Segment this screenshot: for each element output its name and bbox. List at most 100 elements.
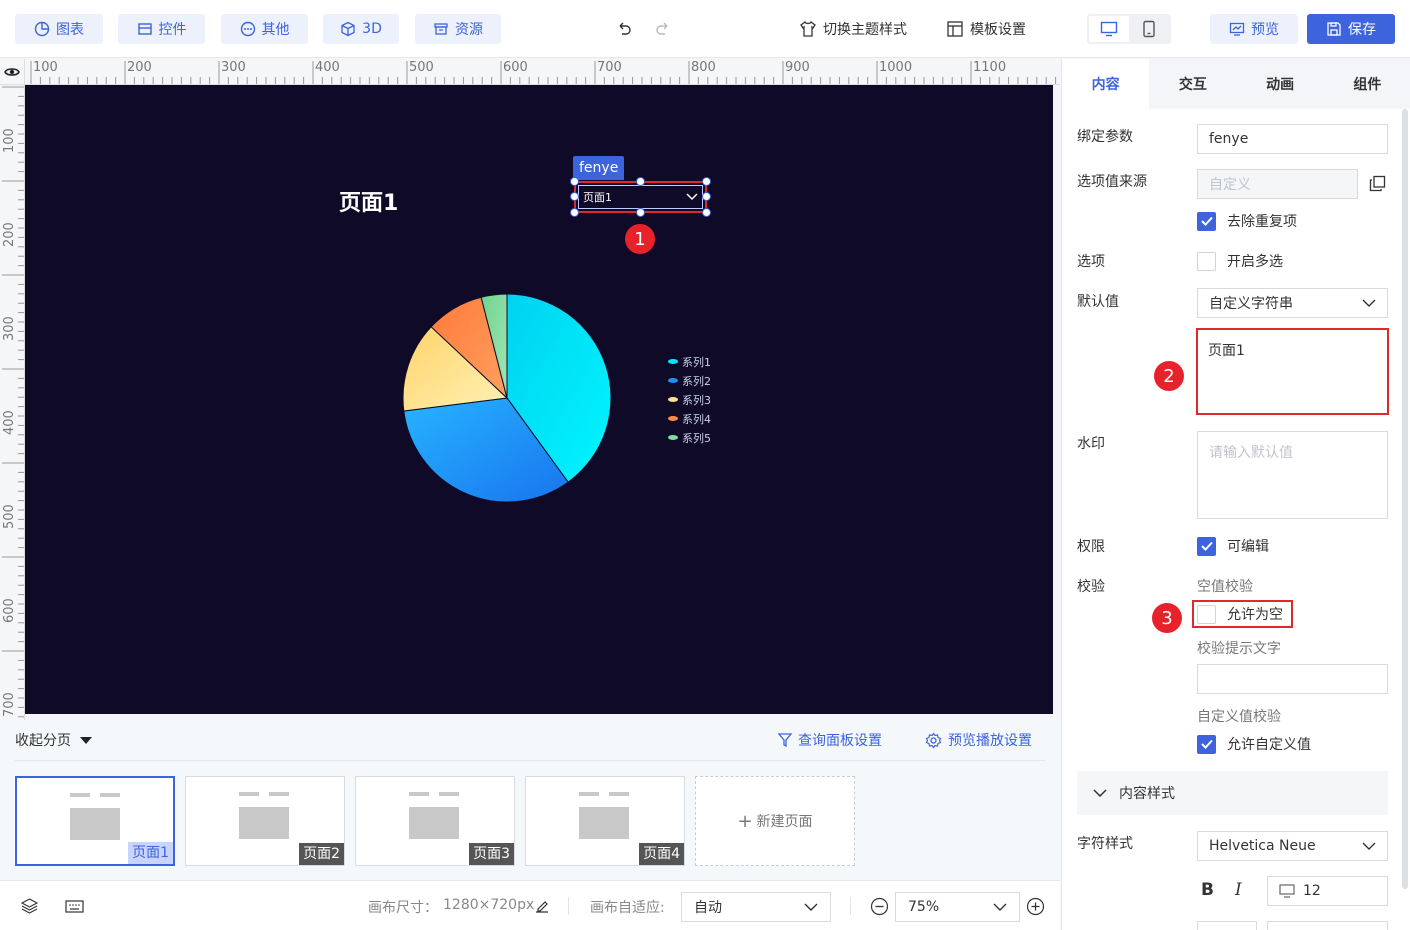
control-button[interactable]: 控件: [118, 14, 205, 44]
allow-empty-checkbox[interactable]: 允许为空: [1197, 604, 1283, 624]
keyboard-icon[interactable]: [65, 900, 84, 913]
ruler-top-label: 100: [33, 60, 58, 75]
undo-button[interactable]: [615, 14, 633, 44]
thumb-placeholder: [100, 793, 120, 797]
chart-button[interactable]: 图表: [15, 14, 103, 44]
page-thumbnail[interactable]: 页面3: [355, 776, 515, 866]
legend-item[interactable]: 系列3: [668, 390, 711, 409]
ruler-top[interactable]: 100 200 300 400 500 600 700 800 900 1000…: [25, 59, 1060, 85]
canvas-adapt-select[interactable]: 自动: [681, 892, 831, 922]
tab-interaction[interactable]: 交互: [1149, 59, 1236, 109]
other-button[interactable]: 其他: [221, 14, 308, 44]
default-value-text: 页面1: [1208, 343, 1245, 359]
tab-content[interactable]: 内容: [1062, 59, 1150, 109]
resource-button-label: 资源: [455, 22, 483, 38]
switch-theme-button[interactable]: 切换主题样式: [799, 14, 907, 44]
pages-panel: 收起分页 查询面板设置 预览播放设置 页面1 页面2 页面3 页面4 + 新建页…: [0, 720, 1060, 880]
watermark-textarea[interactable]: 请输入默认值: [1197, 431, 1388, 519]
mobile-view-button[interactable]: [1129, 16, 1169, 42]
dedupe-checkbox[interactable]: 去除重复项: [1197, 211, 1297, 231]
panel-scrollbar[interactable]: [1402, 109, 1408, 889]
default-value-textarea[interactable]: 页面1: [1196, 328, 1389, 415]
canvas-size-value: 1280×720px: [443, 897, 535, 913]
italic-button[interactable]: I: [1235, 880, 1242, 900]
ruler-left-ticks: [2, 86, 24, 718]
ruler-left[interactable]: 100 200 300 400 500 600 700: [0, 85, 25, 720]
preview-button[interactable]: 预览: [1210, 14, 1298, 44]
monitor-icon: [1100, 21, 1118, 37]
ruler-left-label: 600: [2, 598, 17, 623]
desktop-view-button[interactable]: [1089, 16, 1129, 42]
checkbox-checked[interactable]: [1197, 536, 1216, 556]
zoom-out-icon[interactable]: [870, 897, 889, 916]
visibility-toggle[interactable]: [0, 59, 25, 85]
chart-button-label: 图表: [56, 22, 84, 38]
ruler-top-label: 1100: [973, 60, 1007, 75]
legend-item[interactable]: 系列2: [668, 371, 711, 390]
page-thumbnail[interactable]: 页面4: [525, 776, 685, 866]
layers-icon[interactable]: [21, 898, 38, 914]
page-thumbnail[interactable]: 页面1: [15, 776, 175, 866]
tab-component[interactable]: 组件: [1324, 59, 1410, 109]
page-thumbnail-label: 页面2: [299, 843, 344, 865]
monitor-icon: [1279, 884, 1295, 898]
legend-item[interactable]: 系列1: [668, 352, 711, 371]
switch-theme-label: 切换主题样式: [823, 22, 907, 38]
checkbox-checked[interactable]: [1197, 211, 1216, 231]
font-size-input[interactable]: 12: [1267, 876, 1388, 906]
bold-button[interactable]: B: [1201, 880, 1214, 900]
multi-select-checkbox[interactable]: 开启多选: [1197, 251, 1283, 271]
edit-icon[interactable]: [534, 898, 550, 914]
font-size-value: 12: [1303, 883, 1321, 899]
ruler-left-label: 300: [2, 316, 17, 341]
page-thumbnail[interactable]: 页面2: [185, 776, 345, 866]
default-value-label: 默认值: [1077, 294, 1119, 310]
ruler-left-label: 500: [2, 504, 17, 529]
legend-item[interactable]: 系列5: [668, 428, 711, 447]
ruler-top-label: 900: [785, 60, 810, 75]
copy-icon[interactable]: [1369, 175, 1386, 192]
checkbox-unchecked[interactable]: [1197, 251, 1216, 271]
default-type-select[interactable]: 自定义字符串: [1197, 288, 1388, 318]
footer-bar: 画布尺寸： 1280×720px 画布自适应: 自动 75%: [0, 880, 1060, 930]
3d-button[interactable]: 3D: [323, 14, 399, 44]
legend-item[interactable]: 系列4: [668, 409, 711, 428]
collapse-pages-label: 收起分页: [15, 733, 71, 749]
option-source-input[interactable]: 自定义: [1197, 169, 1358, 199]
chart-legend: 系列1 系列2 系列3 系列4 系列5: [668, 352, 711, 447]
content-style-section[interactable]: 内容样式: [1077, 771, 1388, 815]
template-settings-button[interactable]: 模板设置: [946, 14, 1026, 44]
chevron-down-icon: [993, 903, 1007, 911]
partial-input[interactable]: [1197, 921, 1257, 930]
top-toolbar: 图表 控件 其他 3D 资源 切换主题样式 模板设置 预览 保存: [0, 0, 1410, 58]
save-button-label: 保存: [1348, 22, 1376, 38]
preview-play-settings-link[interactable]: 预览播放设置: [925, 730, 1032, 750]
legend-swatch: [668, 397, 678, 402]
font-family-select[interactable]: Helvetica Neue: [1197, 831, 1388, 861]
zoom-select[interactable]: 75%: [895, 892, 1020, 922]
new-page-button[interactable]: + 新建页面: [695, 776, 855, 866]
properties-tabs: 内容 交互 动画 组件: [1062, 59, 1410, 109]
control-button-label: 控件: [158, 22, 187, 38]
checkbox-checked[interactable]: [1197, 734, 1216, 754]
query-panel-settings-link[interactable]: 查询面板设置: [778, 730, 882, 750]
checkbox-unchecked[interactable]: [1197, 604, 1216, 624]
thumb-placeholder: [70, 808, 120, 840]
partial-input[interactable]: [1267, 921, 1388, 930]
zoom-in-icon[interactable]: [1026, 897, 1045, 916]
tab-animation[interactable]: 动画: [1237, 59, 1324, 109]
save-button[interactable]: 保存: [1307, 14, 1395, 44]
ruler-top-label: 300: [221, 60, 246, 75]
design-canvas[interactable]: 页面1 fenye 页面1 1 系列1 系列2 系列3 系列4 系列5: [25, 85, 1053, 714]
redo-button[interactable]: [654, 14, 672, 44]
other-button-label: 其他: [261, 22, 290, 38]
allow-custom-checkbox[interactable]: 允许自定义值: [1197, 734, 1311, 754]
hint-text-input[interactable]: [1197, 664, 1388, 694]
resource-button[interactable]: 资源: [415, 14, 501, 44]
bind-param-input[interactable]: fenye: [1197, 124, 1388, 154]
editable-checkbox[interactable]: 可编辑: [1197, 536, 1269, 556]
thumb-placeholder: [269, 792, 289, 796]
collapse-pages-toggle[interactable]: 收起分页: [15, 730, 93, 750]
watermark-label: 水印: [1077, 436, 1105, 452]
content-style-label: 内容样式: [1119, 786, 1175, 802]
